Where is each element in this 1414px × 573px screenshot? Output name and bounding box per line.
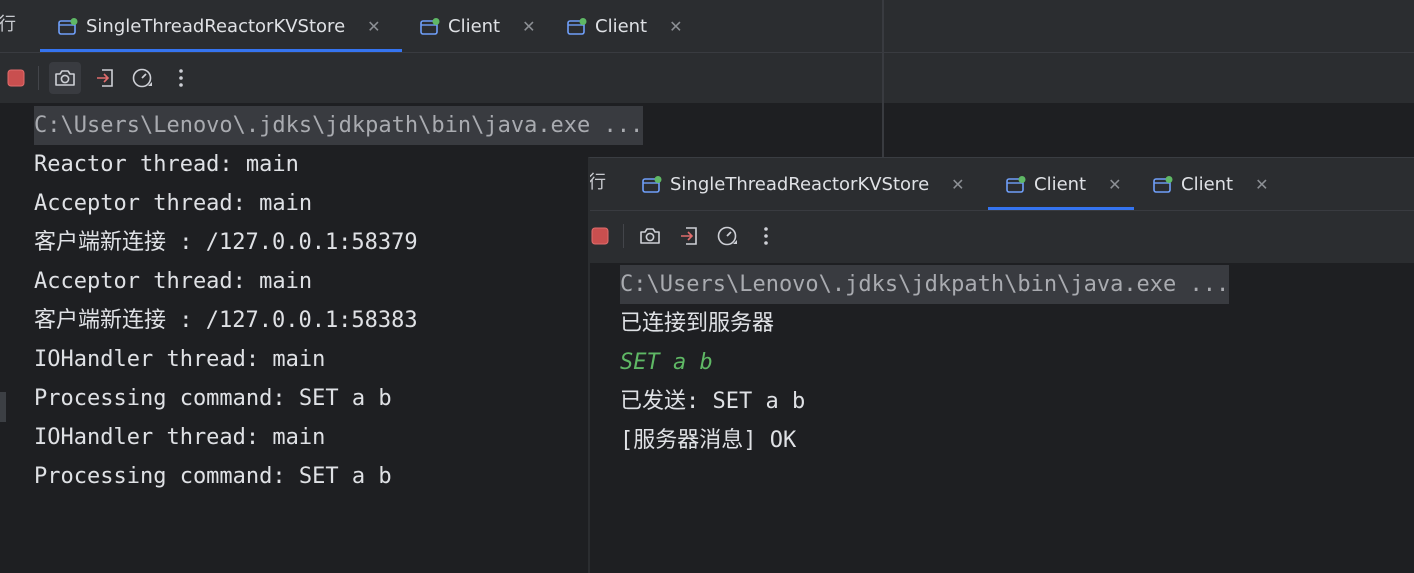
more-vertical-icon bbox=[764, 227, 768, 245]
tab-label: Client bbox=[595, 15, 648, 37]
console-line: 客户端新连接 : /127.0.0.1:58383 bbox=[34, 308, 418, 333]
truncated-title: 行 bbox=[0, 14, 16, 35]
tab-client-1[interactable]: Client ✕ bbox=[988, 158, 1134, 210]
profiler-gauge-icon bbox=[717, 226, 737, 246]
console-line: IOHandler thread: main bbox=[34, 347, 326, 372]
stop-icon bbox=[7, 69, 25, 87]
screenshot-button[interactable] bbox=[634, 220, 666, 252]
console-command-line: C:\Users\Lenovo\.jdks\jdkpath\bin\java.e… bbox=[34, 106, 644, 145]
client-console-output[interactable]: C:\Users\Lenovo\.jdks\jdkpath\bin\java.e… bbox=[590, 263, 1414, 573]
tab-client-2[interactable]: Client ✕ bbox=[567, 0, 683, 52]
camera-icon bbox=[640, 228, 660, 244]
console-line: 已发送: SET a b bbox=[620, 389, 806, 414]
console-line: Processing command: SET a b bbox=[34, 386, 392, 411]
toolbar-separator bbox=[38, 66, 39, 90]
tab-singlethreadreactorkvstore[interactable]: SingleThreadReactorKVStore ✕ bbox=[40, 0, 402, 52]
close-icon[interactable]: ✕ bbox=[669, 17, 682, 36]
toolbar-extension bbox=[884, 53, 1414, 103]
run-toolbar bbox=[0, 53, 884, 103]
tab-label: Client bbox=[448, 15, 501, 37]
run-tabbar: 行 SingleThreadReactorKVStore ✕ Client ✕ … bbox=[590, 158, 1414, 211]
console-command-line: C:\Users\Lenovo\.jdks\jdkpath\bin\java.e… bbox=[620, 265, 1230, 304]
tab-client-1[interactable]: Client ✕ bbox=[420, 0, 536, 52]
run-tabbar: 行 SingleThreadReactorKVStore ✕ Client ✕ … bbox=[0, 0, 884, 53]
tab-label: SingleThreadReactorKVStore bbox=[670, 173, 930, 195]
tab-label: SingleThreadReactorKVStore bbox=[86, 15, 346, 37]
window-divider bbox=[882, 0, 884, 160]
console-line: 已连接到服务器 bbox=[620, 311, 775, 336]
console-line: Processing command: SET a b bbox=[34, 464, 392, 489]
console-user-input: SET a b bbox=[620, 350, 713, 375]
console-line: 客户端新连接 : /127.0.0.1:58379 bbox=[34, 230, 418, 255]
stop-icon bbox=[591, 227, 609, 245]
exit-login-icon bbox=[681, 227, 697, 245]
console-line: [服务器消息] OK bbox=[620, 428, 797, 453]
tab-singlethreadreactorkvstore[interactable]: SingleThreadReactorKVStore ✕ bbox=[642, 158, 965, 210]
camera-icon bbox=[55, 70, 75, 86]
stop-button[interactable] bbox=[0, 62, 32, 94]
run-config-icon bbox=[1153, 175, 1173, 193]
toolbar-separator bbox=[623, 224, 624, 248]
run-config-icon bbox=[58, 17, 78, 35]
run-config-icon bbox=[567, 17, 587, 35]
screenshot-button[interactable] bbox=[49, 62, 81, 94]
tab-label: Client bbox=[1181, 173, 1234, 195]
console-line: Acceptor thread: main bbox=[34, 191, 313, 216]
console-line: Acceptor thread: main bbox=[34, 269, 313, 294]
close-icon[interactable]: ✕ bbox=[1255, 175, 1268, 194]
console-line: Reactor thread: main bbox=[34, 152, 299, 177]
client-run-panel: 行 SingleThreadReactorKVStore ✕ Client ✕ … bbox=[588, 157, 1414, 573]
stop-button[interactable] bbox=[590, 220, 616, 252]
run-config-icon bbox=[420, 17, 440, 35]
exit-login-icon bbox=[97, 69, 113, 87]
tab-label: Client bbox=[1034, 173, 1087, 195]
exit-button[interactable] bbox=[673, 220, 705, 252]
close-icon[interactable]: ✕ bbox=[367, 17, 380, 36]
profiler-button[interactable] bbox=[127, 62, 159, 94]
console-line: IOHandler thread: main bbox=[34, 425, 326, 450]
run-toolbar bbox=[590, 211, 1414, 263]
run-config-icon bbox=[642, 175, 662, 193]
truncated-title: 行 bbox=[588, 172, 606, 193]
profiler-button[interactable] bbox=[712, 220, 744, 252]
more-vertical-icon bbox=[179, 69, 183, 87]
exit-button[interactable] bbox=[89, 62, 121, 94]
close-icon[interactable]: ✕ bbox=[1108, 175, 1121, 194]
tab-client-2[interactable]: Client ✕ bbox=[1153, 158, 1269, 210]
profiler-gauge-icon bbox=[132, 68, 152, 88]
close-icon[interactable]: ✕ bbox=[951, 175, 964, 194]
close-icon[interactable]: ✕ bbox=[522, 17, 535, 36]
tabbar-extension bbox=[884, 0, 1414, 53]
gutter-marker bbox=[0, 392, 6, 422]
more-options-button[interactable] bbox=[750, 220, 782, 252]
run-config-icon bbox=[1006, 175, 1026, 193]
more-options-button[interactable] bbox=[165, 62, 197, 94]
